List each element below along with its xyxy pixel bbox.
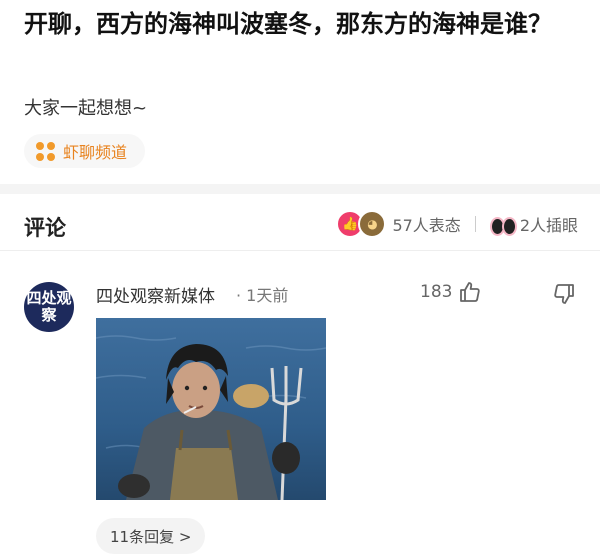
reaction-count: 57人表态 [392, 216, 461, 235]
replies-button[interactable]: 11条回复 > [96, 518, 206, 554]
watching-count: 2人插眼 [519, 216, 578, 235]
reactions-summary[interactable]: 👍 ◕ 57人表态 2人插眼 [336, 210, 578, 238]
comment-author[interactable]: 四处观察新媒体 [96, 282, 215, 307]
eyes-icon [489, 213, 517, 236]
channel-chip[interactable]: 虾聊频道 [24, 134, 146, 168]
post-title: 开聊，西方的海神叫波塞冬，那东方的海神是谁？ [24, 10, 552, 38]
header-rule [0, 250, 600, 251]
post-subtitle: 大家一起想想~ [24, 98, 148, 119]
dots-icon [36, 141, 55, 161]
face-reaction-icon: ◕ [358, 210, 387, 238]
divider [474, 216, 476, 232]
comment-image-drawing [96, 318, 326, 500]
section-divider [0, 184, 600, 194]
like-button[interactable]: 183 [420, 280, 482, 304]
like-count: 183 [420, 282, 453, 302]
thumb-up-icon [460, 282, 481, 302]
dislike-button[interactable] [552, 282, 576, 310]
avatar[interactable]: 四处观察 [24, 282, 74, 332]
channel-label: 虾聊频道 [63, 143, 128, 162]
comments-header: 评论 [24, 216, 66, 240]
comment-image[interactable] [96, 318, 326, 500]
thumb-down-icon [554, 284, 574, 304]
comment-time: · 1天前 [236, 286, 289, 305]
